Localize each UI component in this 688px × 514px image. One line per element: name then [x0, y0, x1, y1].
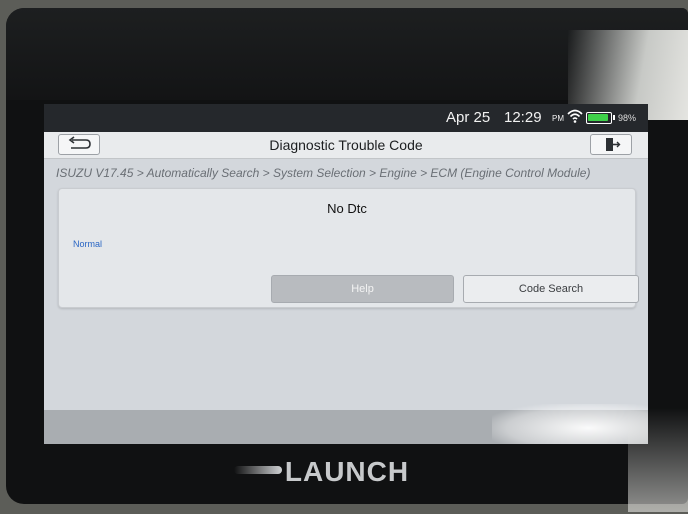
brand-logo: LAUNCH — [284, 456, 410, 487]
status-ampm: PM — [552, 114, 564, 123]
status-text: Normal — [73, 239, 103, 249]
screen: Apr 25 12:29 PM 98% Diagnostic Trouble C… — [44, 104, 648, 444]
breadcrumb: ISUZU V17.45 > Automatically Search > Sy… — [56, 166, 591, 180]
help-button[interactable]: Help — [271, 275, 454, 303]
exit-button[interactable] — [590, 134, 632, 155]
page-title: Diagnostic Trouble Code — [269, 137, 423, 153]
diagnostic-tablet: Apr 25 12:29 PM 98% Diagnostic Trouble C… — [6, 8, 688, 512]
dtc-heading: No Dtc — [327, 201, 367, 216]
app-bar: Diagnostic Trouble Code — [44, 132, 648, 159]
dtc-result-panel: No Dtc Normal Help Code Search — [58, 188, 639, 308]
status-time: 12:29 — [504, 109, 542, 126]
bottom-glare — [628, 408, 688, 512]
code-search-button[interactable]: Code Search — [463, 275, 639, 303]
exit-icon — [606, 138, 621, 151]
wifi-icon — [567, 108, 583, 129]
battery-fill — [588, 114, 608, 121]
status-bar: Apr 25 12:29 PM 98% — [44, 104, 648, 132]
battery-percent: 98% — [618, 113, 637, 123]
screen-glare — [492, 404, 648, 444]
battery-icon — [586, 112, 615, 124]
status-date: Apr 25 — [446, 109, 491, 126]
